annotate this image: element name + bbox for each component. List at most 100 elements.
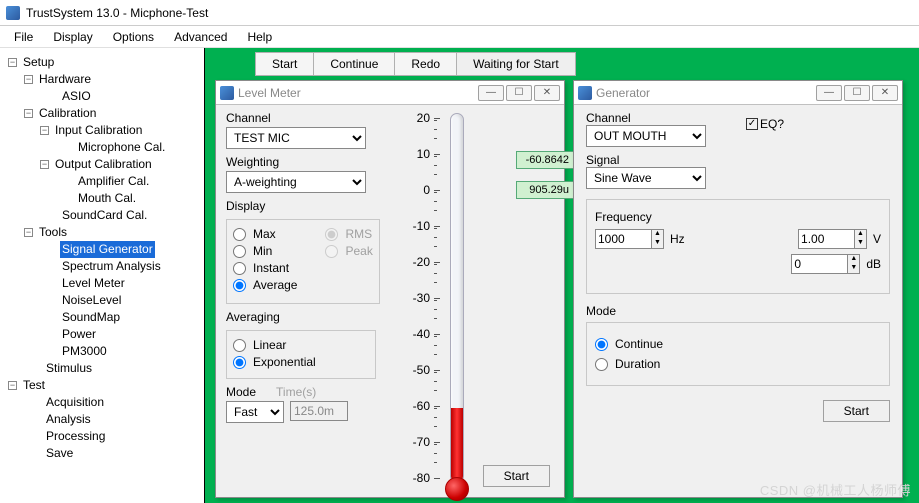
tree-item[interactable]: Mouth Cal. bbox=[4, 190, 200, 207]
minimize-icon[interactable]: — bbox=[478, 85, 504, 101]
collapse-icon[interactable]: − bbox=[24, 228, 33, 237]
up-icon[interactable]: ▲ bbox=[652, 230, 663, 239]
down-icon[interactable]: ▼ bbox=[848, 264, 859, 273]
duration-radio[interactable] bbox=[595, 358, 608, 371]
tree-label[interactable]: Calibration bbox=[37, 105, 98, 122]
tree-item[interactable]: Amplifier Cal. bbox=[4, 173, 200, 190]
collapse-icon[interactable]: − bbox=[40, 126, 49, 135]
tree-item[interactable]: Processing bbox=[4, 428, 200, 445]
tree-item[interactable]: Spectrum Analysis bbox=[4, 258, 200, 275]
down-icon[interactable]: ▼ bbox=[652, 239, 663, 248]
collapse-icon[interactable]: − bbox=[8, 58, 17, 67]
frequency-spinner[interactable]: ▲▼ bbox=[595, 229, 664, 249]
tree-item[interactable]: −Test bbox=[4, 377, 200, 394]
tree-label[interactable]: Power bbox=[60, 326, 98, 343]
tree-label[interactable]: Setup bbox=[21, 54, 56, 71]
channel-select[interactable]: TEST MIC bbox=[226, 127, 366, 149]
collapse-icon[interactable]: − bbox=[40, 160, 49, 169]
level-start-button[interactable]: Start bbox=[483, 465, 550, 487]
collapse-icon[interactable]: − bbox=[8, 381, 17, 390]
continue-radio[interactable] bbox=[595, 338, 608, 351]
tree-label[interactable]: SoundCard Cal. bbox=[60, 207, 149, 224]
level-meter-header[interactable]: Level Meter — ☐ ✕ bbox=[216, 81, 564, 105]
menu-advanced[interactable]: Advanced bbox=[164, 27, 237, 47]
tree-label[interactable]: Signal Generator bbox=[60, 241, 155, 258]
tree-label[interactable]: Stimulus bbox=[44, 360, 94, 377]
tree-label[interactable]: Microphone Cal. bbox=[76, 139, 167, 156]
max-radio[interactable] bbox=[233, 228, 246, 241]
start-button[interactable]: Start bbox=[256, 53, 314, 75]
average-radio[interactable] bbox=[233, 279, 246, 292]
tree-item[interactable]: Stimulus bbox=[4, 360, 200, 377]
tree-label[interactable]: Hardware bbox=[37, 71, 93, 88]
tree-item[interactable]: NoiseLevel bbox=[4, 292, 200, 309]
tree-item[interactable]: −Hardware bbox=[4, 71, 200, 88]
tree-item[interactable]: Signal Generator bbox=[4, 241, 200, 258]
menu-help[interactable]: Help bbox=[237, 27, 282, 47]
tree-label[interactable]: SoundMap bbox=[60, 309, 122, 326]
tree-item[interactable]: −Input Calibration bbox=[4, 122, 200, 139]
db-input[interactable] bbox=[792, 255, 847, 273]
min-radio[interactable] bbox=[233, 245, 246, 258]
voltage-spinner[interactable]: ▲▼ bbox=[798, 229, 867, 249]
tree-label[interactable]: Test bbox=[21, 377, 47, 394]
down-icon[interactable]: ▼ bbox=[855, 239, 866, 248]
minimize-icon[interactable]: — bbox=[816, 85, 842, 101]
gen-start-button[interactable]: Start bbox=[823, 400, 890, 422]
menu-display[interactable]: Display bbox=[43, 27, 102, 47]
tree-label[interactable]: Mouth Cal. bbox=[76, 190, 138, 207]
tree-item[interactable]: Analysis bbox=[4, 411, 200, 428]
close-icon[interactable]: ✕ bbox=[534, 85, 560, 101]
tree-label[interactable]: NoiseLevel bbox=[60, 292, 123, 309]
setup-tree[interactable]: −Setup−HardwareASIO−Calibration−Input Ca… bbox=[0, 48, 205, 503]
tree-item[interactable]: SoundCard Cal. bbox=[4, 207, 200, 224]
tree-label[interactable]: ASIO bbox=[60, 88, 93, 105]
signal-select[interactable]: Sine Wave bbox=[586, 167, 706, 189]
tree-item[interactable]: ASIO bbox=[4, 88, 200, 105]
tree-label[interactable]: Processing bbox=[44, 428, 107, 445]
weighting-select[interactable]: A-weighting bbox=[226, 171, 366, 193]
redo-button[interactable]: Redo bbox=[395, 53, 457, 75]
tree-item[interactable]: Level Meter bbox=[4, 275, 200, 292]
tree-label[interactable]: Acquisition bbox=[44, 394, 106, 411]
collapse-icon[interactable]: − bbox=[24, 75, 33, 84]
db-spinner[interactable]: ▲▼ bbox=[791, 254, 860, 274]
tree-label[interactable]: PM3000 bbox=[60, 343, 109, 360]
tree-label[interactable]: Spectrum Analysis bbox=[60, 258, 163, 275]
voltage-input[interactable] bbox=[799, 230, 854, 248]
tree-item[interactable]: −Output Calibration bbox=[4, 156, 200, 173]
tree-item[interactable]: PM3000 bbox=[4, 343, 200, 360]
collapse-icon[interactable]: − bbox=[24, 109, 33, 118]
tree-item[interactable]: SoundMap bbox=[4, 309, 200, 326]
menu-file[interactable]: File bbox=[4, 27, 43, 47]
tree-label[interactable]: Tools bbox=[37, 224, 69, 241]
tree-item[interactable]: −Calibration bbox=[4, 105, 200, 122]
eq-checkbox[interactable]: ✓EQ? bbox=[746, 117, 784, 131]
frequency-input[interactable] bbox=[596, 230, 651, 248]
tree-label[interactable]: Output Calibration bbox=[53, 156, 154, 173]
linear-radio[interactable] bbox=[233, 339, 246, 352]
tree-item[interactable]: Save bbox=[4, 445, 200, 462]
tree-label[interactable]: Input Calibration bbox=[53, 122, 144, 139]
gen-channel-select[interactable]: OUT MOUTH bbox=[586, 125, 706, 147]
tree-item[interactable]: −Setup bbox=[4, 54, 200, 71]
menu-options[interactable]: Options bbox=[103, 27, 164, 47]
tree-item[interactable]: −Tools bbox=[4, 224, 200, 241]
tree-item[interactable]: Microphone Cal. bbox=[4, 139, 200, 156]
maximize-icon[interactable]: ☐ bbox=[506, 85, 532, 101]
tree-label[interactable]: Level Meter bbox=[60, 275, 127, 292]
up-icon[interactable]: ▲ bbox=[855, 230, 866, 239]
up-icon[interactable]: ▲ bbox=[848, 255, 859, 264]
continue-button[interactable]: Continue bbox=[314, 53, 395, 75]
exponential-radio[interactable] bbox=[233, 356, 246, 369]
mode-select[interactable]: Fast bbox=[226, 401, 284, 423]
maximize-icon[interactable]: ☐ bbox=[844, 85, 870, 101]
close-icon[interactable]: ✕ bbox=[872, 85, 898, 101]
tree-item[interactable]: Power bbox=[4, 326, 200, 343]
tree-label[interactable]: Save bbox=[44, 445, 75, 462]
generator-header[interactable]: Generator — ☐ ✕ bbox=[574, 81, 902, 105]
tree-label[interactable]: Analysis bbox=[44, 411, 93, 428]
tree-label[interactable]: Amplifier Cal. bbox=[76, 173, 151, 190]
tree-item[interactable]: Acquisition bbox=[4, 394, 200, 411]
instant-radio[interactable] bbox=[233, 262, 246, 275]
